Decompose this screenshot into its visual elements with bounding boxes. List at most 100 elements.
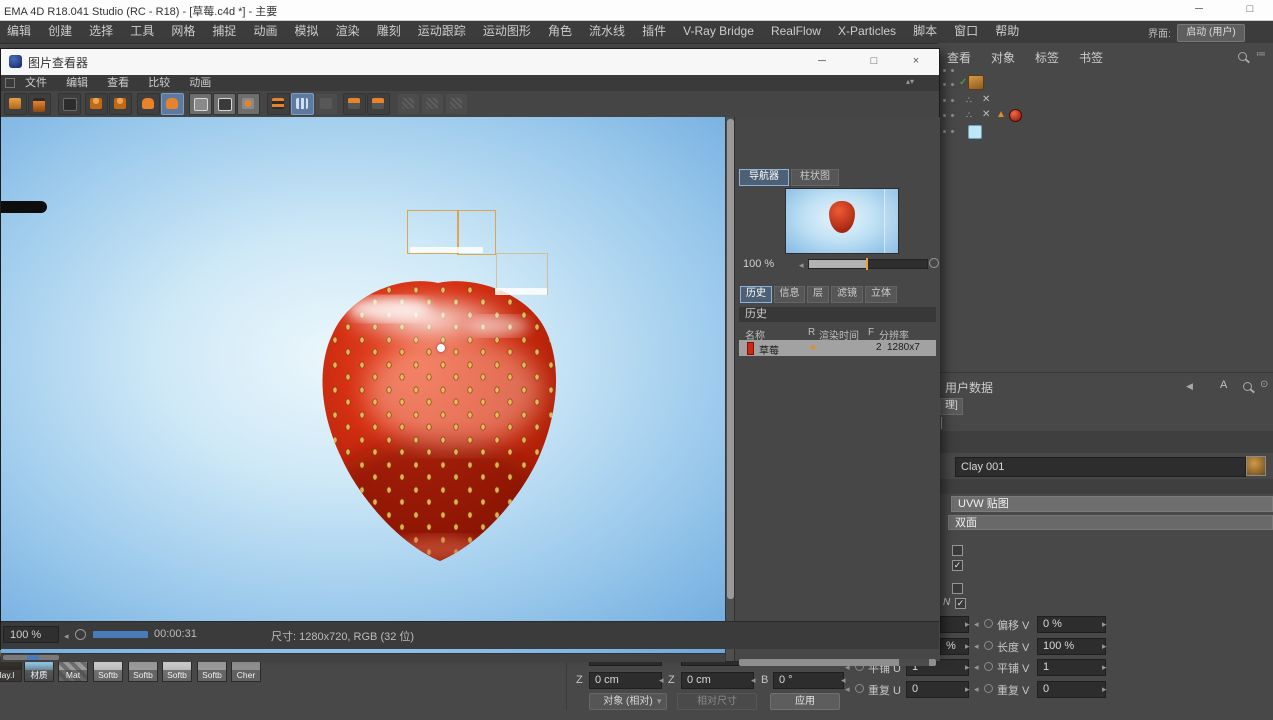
attr-checkbox[interactable]: [952, 583, 963, 594]
visibility-dot-icon[interactable]: [943, 83, 946, 86]
maximize-button[interactable]: □: [1237, 2, 1263, 17]
menu-window[interactable]: 窗口: [947, 21, 985, 42]
visibility-dot-icon[interactable]: [951, 99, 954, 102]
visibility-dot-icon[interactable]: [943, 114, 946, 117]
spin-left-icon[interactable]: ◂: [845, 684, 850, 695]
upload-b-icon[interactable]: [109, 93, 132, 115]
spin-icon[interactable]: ◂: [841, 675, 846, 686]
menu-plugins[interactable]: 插件: [635, 21, 673, 42]
menu-mesh[interactable]: 网格: [164, 21, 202, 42]
attr-back-icon[interactable]: ◀: [1186, 381, 1193, 392]
om-menu-view[interactable]: 查看: [940, 48, 978, 69]
menu-create[interactable]: 创建: [41, 21, 79, 42]
menu-vray[interactable]: V-Ray Bridge: [676, 21, 761, 42]
spin-left-icon[interactable]: ◂: [974, 641, 979, 652]
attr-checkbox[interactable]: [952, 545, 963, 556]
offset-v-field[interactable]: 0 %: [1037, 616, 1106, 633]
zoom-reset-icon[interactable]: [929, 258, 939, 268]
menu-character[interactable]: 角色: [541, 21, 579, 42]
keyframe-circle-icon[interactable]: [984, 684, 993, 693]
folder-object-icon[interactable]: [968, 75, 984, 90]
spin-right-icon[interactable]: ▸: [1102, 684, 1107, 695]
tab-history[interactable]: 历史: [740, 286, 772, 303]
pv-menu-view[interactable]: 查看: [99, 75, 137, 91]
visibility-dot-icon[interactable]: [951, 114, 954, 117]
compare-link-icon[interactable]: [237, 93, 260, 115]
tab-info[interactable]: 信息: [774, 286, 805, 303]
visibility-dot-icon[interactable]: [943, 69, 946, 72]
menu-simulate[interactable]: 模拟: [288, 21, 326, 42]
repeat-v-field[interactable]: 0: [1037, 681, 1106, 698]
minimize-button[interactable]: ─: [1186, 2, 1212, 17]
sky-object-icon[interactable]: [968, 125, 982, 139]
xpresso-tag-icon[interactable]: ✕: [982, 94, 990, 105]
menu-sculpt[interactable]: 雕刻: [370, 21, 408, 42]
apply-button[interactable]: 应用: [770, 693, 840, 710]
menu-snap[interactable]: 捕捉: [205, 21, 243, 42]
pv-title-bar[interactable]: 图片查看器 ─ □ ×: [1, 49, 939, 76]
repeat-u-field[interactable]: 0: [906, 681, 969, 698]
spin-right-icon[interactable]: ▸: [1102, 641, 1107, 652]
tab-filter[interactable]: 滤镜: [831, 286, 863, 303]
attr-tab-fragment[interactable]: 理]: [940, 398, 963, 415]
menu-render[interactable]: 渲染: [329, 21, 367, 42]
upload-a-icon[interactable]: [85, 93, 108, 115]
coord-rot-b-field[interactable]: 0 °: [773, 672, 844, 689]
interface-select[interactable]: 启动 (用户): [1177, 24, 1245, 42]
render-canvas[interactable]: [1, 117, 725, 661]
attr-search-icon[interactable]: [1243, 382, 1252, 391]
compare-frame-a-icon[interactable]: [189, 93, 212, 115]
pv-menu-file[interactable]: 文件: [17, 75, 55, 91]
nav-zoom-value[interactable]: 100 %: [743, 258, 774, 270]
menu-help[interactable]: 帮助: [988, 21, 1026, 42]
om-menu-bookmarks[interactable]: 书签: [1072, 48, 1110, 69]
spin-icon[interactable]: ◂: [751, 675, 756, 686]
attr-header[interactable]: 用户数据: [945, 379, 993, 396]
visibility-dot-icon[interactable]: [951, 69, 954, 72]
phong-tag-icon[interactable]: ▲: [996, 109, 1006, 120]
tab-histogram[interactable]: 柱状图: [791, 169, 839, 186]
open-file-icon[interactable]: [4, 93, 27, 115]
tab-navigator[interactable]: 导航器: [739, 169, 789, 186]
pv-sort-icon[interactable]: ▴▾: [906, 77, 914, 86]
set-image-a-icon[interactable]: [137, 93, 160, 115]
menu-realflow[interactable]: RealFlow: [764, 21, 828, 42]
col-r[interactable]: R: [808, 327, 815, 338]
menu-edit[interactable]: 编辑: [0, 21, 38, 42]
attr-checkbox-checked[interactable]: ✓: [955, 598, 966, 609]
history-row[interactable]: 草莓 ● 2 1280x7: [739, 340, 936, 356]
tile-v-field[interactable]: 1: [1037, 659, 1106, 676]
pv-maximize-button[interactable]: □: [861, 54, 887, 69]
keyframe-circle-icon[interactable]: [855, 684, 864, 693]
visibility-dot-icon[interactable]: [943, 99, 946, 102]
compare-frame-b-icon[interactable]: [213, 93, 236, 115]
visibility-dot-icon[interactable]: [951, 130, 954, 133]
pv-menu-compare[interactable]: 比较: [140, 75, 178, 91]
visibility-dot-icon[interactable]: [943, 130, 946, 133]
canvas-h-scrollbar[interactable]: [1, 653, 725, 662]
menu-pipeline[interactable]: 流水线: [582, 21, 632, 42]
coord-pos-z-field[interactable]: 0 cm: [589, 672, 662, 689]
axis-tag-icon[interactable]: ∴: [966, 110, 973, 121]
coord-size-z-field[interactable]: 0 cm: [681, 672, 754, 689]
scrollbar-thumb[interactable]: [899, 659, 929, 666]
save-image-icon[interactable]: [28, 93, 51, 115]
pv-close-button[interactable]: ×: [903, 54, 929, 69]
om-search-icon[interactable]: [1238, 52, 1247, 61]
menu-motion-tracker[interactable]: 运动跟踪: [411, 21, 473, 42]
spin-right-icon[interactable]: ▸: [965, 641, 970, 652]
zoom-slider[interactable]: [808, 259, 928, 269]
axis-tag-icon[interactable]: ∴: [966, 95, 973, 106]
spin-right-icon[interactable]: ▸: [1102, 619, 1107, 630]
texture-thumb-icon[interactable]: [1246, 456, 1266, 476]
panel-h-scrollbar[interactable]: [739, 659, 936, 666]
zoom-step-icon[interactable]: ◂: [64, 631, 69, 642]
two-sided-row[interactable]: 双面: [948, 515, 1273, 530]
projection-dropdown[interactable]: UVW 贴图: [951, 496, 1273, 512]
col-f[interactable]: F: [868, 327, 874, 338]
fit-view-icon[interactable]: [75, 629, 86, 640]
grid-view-icon[interactable]: [291, 93, 314, 115]
keyframe-circle-icon[interactable]: [984, 641, 993, 650]
menu-script[interactable]: 脚本: [906, 21, 944, 42]
movie-icon[interactable]: [58, 93, 81, 115]
